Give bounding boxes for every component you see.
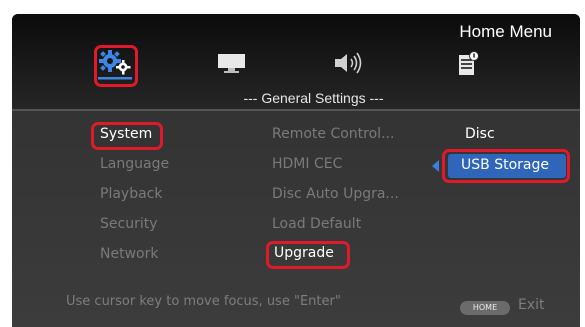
- system-highlight: [91, 122, 163, 150]
- speaker-audio-icon[interactable]: [332, 50, 364, 80]
- menu-item-network[interactable]: Network: [100, 246, 158, 262]
- menu-item-load-default[interactable]: Load Default: [272, 216, 361, 232]
- section-divider: [12, 109, 580, 111]
- menu-item-disc-auto-upgrade[interactable]: Disc Auto Upgra...: [272, 186, 399, 202]
- menu-item-remote-control[interactable]: Remote Control...: [272, 126, 394, 142]
- document-info-icon[interactable]: [456, 50, 480, 82]
- tv-screen: Home Menu --- General Settings --- Syste…: [12, 14, 580, 327]
- display-monitor-icon[interactable]: [217, 50, 247, 80]
- home-key-badge: HOME: [460, 301, 510, 315]
- exit-label[interactable]: Exit: [518, 297, 545, 313]
- menu-item-language[interactable]: Language: [100, 156, 169, 172]
- menu-item-security[interactable]: Security: [100, 216, 158, 232]
- usb-storage-highlight: [442, 149, 570, 183]
- menu-item-hdmi-cec[interactable]: HDMI CEC: [272, 156, 342, 172]
- settings-tab-highlight: [94, 45, 138, 87]
- menu-item-playback[interactable]: Playback: [100, 186, 162, 202]
- upgrade-highlight: [266, 241, 350, 269]
- home-menu-title: Home Menu: [459, 22, 552, 41]
- section-title: --- General Settings ---: [243, 90, 384, 106]
- arrow-left-icon: [432, 160, 439, 172]
- menu-item-disc[interactable]: Disc: [465, 126, 495, 142]
- footer-hint: Use cursor key to move focus, use "Enter…: [66, 294, 341, 309]
